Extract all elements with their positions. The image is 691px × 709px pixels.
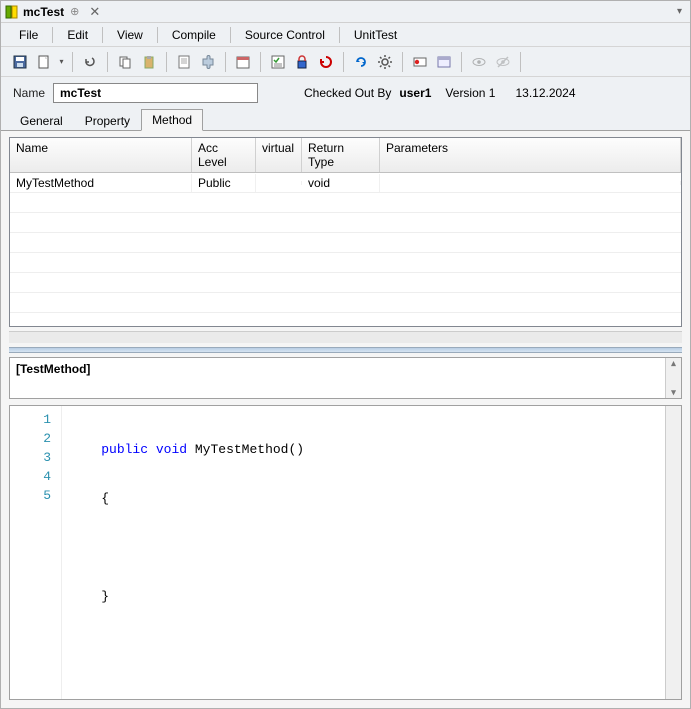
- app-icon: [5, 5, 19, 19]
- line-number: 2: [14, 429, 51, 448]
- grid-header-return[interactable]: Return Type: [302, 138, 380, 172]
- breakpoint-button[interactable]: [409, 51, 431, 73]
- tab-close-button[interactable]: ✕: [85, 4, 104, 20]
- line-number: 5: [14, 486, 51, 505]
- grid-header-acc[interactable]: Acc Level: [192, 138, 256, 172]
- toolbar-separator: [461, 52, 462, 72]
- toolbar-separator: [402, 52, 403, 72]
- toolbar-separator: [343, 52, 344, 72]
- menu-compile[interactable]: Compile: [162, 26, 226, 44]
- attribute-textbox[interactable]: [TestMethod] ▴▾: [9, 357, 682, 399]
- revert-button[interactable]: [315, 51, 337, 73]
- grid-header-row: Name Acc Level virtual Return Type Param…: [10, 138, 681, 173]
- window-title: mcTest: [23, 5, 64, 19]
- new-button[interactable]: [33, 51, 55, 73]
- lock-button[interactable]: [291, 51, 313, 73]
- editor-scrollbar[interactable]: [665, 406, 681, 699]
- menu-file[interactable]: File: [9, 26, 48, 44]
- checked-out-user: user1: [399, 86, 431, 100]
- info-bar: Name Checked Out By user1 Version 1 13.1…: [1, 77, 690, 109]
- tab-general[interactable]: General: [9, 110, 74, 131]
- line-number: 4: [14, 467, 51, 486]
- toolbar-separator: [72, 52, 73, 72]
- grid-header-name[interactable]: Name: [10, 138, 192, 172]
- tab-property[interactable]: Property: [74, 110, 141, 131]
- splitter[interactable]: [9, 347, 682, 353]
- scroll-up-icon[interactable]: ▴: [671, 358, 676, 369]
- titlebar: mcTest ⊕ ✕ ▾: [1, 1, 690, 23]
- tab-bar: General Property Method: [1, 109, 690, 131]
- window-menu-dropdown[interactable]: ▾: [673, 6, 686, 17]
- grid-row-empty[interactable]: [10, 213, 681, 233]
- undo-button[interactable]: [79, 51, 101, 73]
- document-button[interactable]: [173, 51, 195, 73]
- new-dropdown[interactable]: ▾: [57, 57, 66, 66]
- menu-separator: [52, 27, 53, 43]
- save-button[interactable]: [9, 51, 31, 73]
- checked-out-label: Checked Out By: [304, 86, 391, 100]
- puzzle-button[interactable]: [197, 51, 219, 73]
- menu-source-control[interactable]: Source Control: [235, 26, 335, 44]
- code-editor[interactable]: 1 2 3 4 5 public void MyTestMethod() { }: [9, 405, 682, 700]
- toolbar-separator: [260, 52, 261, 72]
- calendar-button[interactable]: [232, 51, 254, 73]
- attribute-scrollbar[interactable]: ▴▾: [665, 358, 681, 398]
- menu-separator: [230, 27, 231, 43]
- grid-row-empty[interactable]: [10, 193, 681, 213]
- grid-horizontal-scrollbar[interactable]: [9, 331, 682, 343]
- toolbar-separator: [166, 52, 167, 72]
- code-area[interactable]: public void MyTestMethod() { }: [62, 406, 312, 699]
- grid-cell-params: [380, 181, 681, 185]
- line-number: 1: [14, 410, 51, 429]
- method-grid[interactable]: Name Acc Level virtual Return Type Param…: [9, 137, 682, 327]
- toolbar-separator: [107, 52, 108, 72]
- line-number-gutter: 1 2 3 4 5: [10, 406, 62, 699]
- grid-cell-return: void: [302, 174, 380, 192]
- code-line: [70, 636, 304, 655]
- pin-icon[interactable]: ⊕: [70, 5, 79, 18]
- name-input[interactable]: [53, 83, 258, 103]
- grid-row-empty[interactable]: [10, 253, 681, 273]
- menubar: File Edit View Compile Source Control Un…: [1, 23, 690, 47]
- toolbar-separator: [225, 52, 226, 72]
- grid-cell-virtual: [256, 181, 302, 185]
- eye-off-button[interactable]: [492, 51, 514, 73]
- toolbar: ▾: [1, 47, 690, 77]
- menu-separator: [339, 27, 340, 43]
- grid-row-empty[interactable]: [10, 293, 681, 313]
- grid-row-empty[interactable]: [10, 273, 681, 293]
- code-line: }: [70, 587, 304, 606]
- grid-cell-acc: Public: [192, 174, 256, 192]
- code-line: {: [70, 489, 304, 508]
- menu-separator: [157, 27, 158, 43]
- tab-method[interactable]: Method: [141, 109, 203, 131]
- name-label: Name: [13, 86, 45, 100]
- form-button[interactable]: [433, 51, 455, 73]
- line-number: 3: [14, 448, 51, 467]
- paste-button[interactable]: [138, 51, 160, 73]
- check-list-button[interactable]: [267, 51, 289, 73]
- attribute-text: [TestMethod]: [16, 362, 90, 376]
- grid-header-virtual[interactable]: virtual: [256, 138, 302, 172]
- menu-view[interactable]: View: [107, 26, 153, 44]
- grid-cell-name: MyTestMethod: [10, 174, 192, 192]
- code-line: public void MyTestMethod(): [70, 440, 304, 459]
- date-label: 13.12.2024: [515, 86, 575, 100]
- copy-button[interactable]: [114, 51, 136, 73]
- menu-edit[interactable]: Edit: [57, 26, 98, 44]
- menu-separator: [102, 27, 103, 43]
- eye-button[interactable]: [468, 51, 490, 73]
- scroll-down-icon[interactable]: ▾: [671, 387, 676, 398]
- version-label: Version 1: [445, 86, 495, 100]
- grid-header-params[interactable]: Parameters: [380, 138, 681, 172]
- code-line: [70, 538, 304, 557]
- method-grid-container: Name Acc Level virtual Return Type Param…: [1, 131, 690, 327]
- refresh-button[interactable]: [350, 51, 372, 73]
- menu-unittest[interactable]: UnitTest: [344, 26, 407, 44]
- grid-row[interactable]: MyTestMethod Public void: [10, 173, 681, 193]
- app-window: mcTest ⊕ ✕ ▾ File Edit View Compile Sour…: [0, 0, 691, 709]
- grid-row-empty[interactable]: [10, 233, 681, 253]
- gear-button[interactable]: [374, 51, 396, 73]
- toolbar-separator: [520, 52, 521, 72]
